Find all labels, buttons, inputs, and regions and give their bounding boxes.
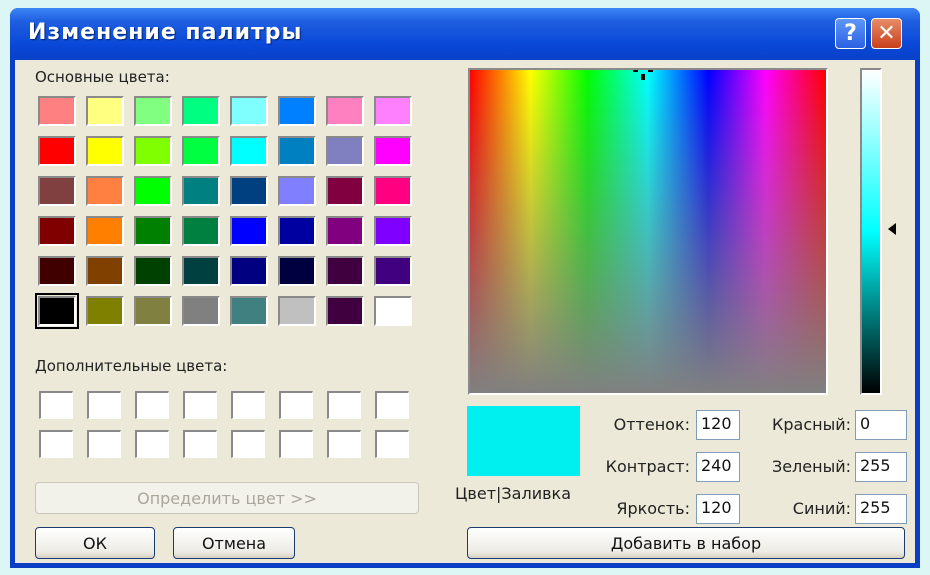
preview-label: Цвет|Заливка bbox=[455, 484, 571, 503]
hue-label: Оттенок: bbox=[613, 415, 690, 434]
basic-color-swatch[interactable] bbox=[326, 296, 364, 326]
custom-color-swatch[interactable] bbox=[183, 430, 217, 458]
basic-color-swatch[interactable] bbox=[38, 96, 76, 126]
basic-color-swatch[interactable] bbox=[230, 296, 268, 326]
basic-color-swatch[interactable] bbox=[230, 256, 268, 286]
color-preview bbox=[467, 406, 580, 476]
red-field[interactable]: 0 bbox=[855, 410, 907, 440]
basic-color-swatch[interactable] bbox=[86, 136, 124, 166]
basic-color-swatch[interactable] bbox=[326, 256, 364, 286]
crosshair-icon bbox=[633, 70, 653, 80]
basic-color-swatch[interactable] bbox=[86, 216, 124, 246]
custom-color-swatch[interactable] bbox=[279, 391, 313, 419]
custom-color-swatch[interactable] bbox=[279, 430, 313, 458]
custom-color-swatch[interactable] bbox=[135, 430, 169, 458]
basic-color-swatch[interactable] bbox=[326, 176, 364, 206]
custom-color-swatch[interactable] bbox=[375, 430, 409, 458]
basic-color-swatch[interactable] bbox=[326, 96, 364, 126]
add-to-custom-button[interactable]: Добавить в набор bbox=[467, 527, 905, 559]
basic-color-swatch[interactable] bbox=[86, 256, 124, 286]
custom-color-swatch[interactable] bbox=[87, 391, 121, 419]
basic-color-swatch[interactable] bbox=[182, 136, 220, 166]
basic-color-swatch[interactable] bbox=[326, 216, 364, 246]
basic-color-swatch[interactable] bbox=[374, 176, 412, 206]
basic-color-swatch[interactable] bbox=[374, 136, 412, 166]
basic-color-swatch[interactable] bbox=[374, 216, 412, 246]
basic-color-swatch[interactable] bbox=[182, 176, 220, 206]
basic-color-swatch[interactable] bbox=[374, 256, 412, 286]
basic-color-swatch[interactable] bbox=[230, 136, 268, 166]
saturation-field[interactable]: 240 bbox=[696, 452, 740, 482]
basic-color-swatch[interactable] bbox=[278, 176, 316, 206]
cancel-button[interactable]: Отмена bbox=[173, 527, 295, 559]
basic-color-swatch[interactable] bbox=[278, 96, 316, 126]
basic-color-swatch[interactable] bbox=[134, 176, 172, 206]
custom-color-swatch[interactable] bbox=[39, 391, 73, 419]
basic-color-swatch[interactable] bbox=[230, 216, 268, 246]
custom-color-swatch[interactable] bbox=[231, 430, 265, 458]
basic-color-swatch[interactable] bbox=[182, 216, 220, 246]
basic-color-swatch[interactable] bbox=[182, 296, 220, 326]
basic-colors-label: Основные цвета: bbox=[35, 68, 170, 86]
basic-color-swatch[interactable] bbox=[134, 256, 172, 286]
basic-color-swatch[interactable] bbox=[86, 96, 124, 126]
luminance-arrow-icon[interactable] bbox=[888, 223, 896, 235]
color-dialog-window: Изменение палитры ? ✕ Основные цвета: До… bbox=[10, 8, 920, 568]
custom-color-swatch[interactable] bbox=[183, 391, 217, 419]
blue-label: Синий: bbox=[792, 499, 851, 518]
basic-color-swatch[interactable] bbox=[38, 176, 76, 206]
close-icon[interactable]: ✕ bbox=[871, 18, 902, 49]
basic-color-swatch[interactable] bbox=[86, 296, 124, 326]
basic-color-swatch[interactable] bbox=[278, 296, 316, 326]
custom-color-swatch[interactable] bbox=[231, 391, 265, 419]
custom-color-swatch[interactable] bbox=[87, 430, 121, 458]
color-spectrum[interactable] bbox=[468, 68, 828, 395]
basic-color-swatch[interactable] bbox=[278, 136, 316, 166]
basic-color-swatch[interactable] bbox=[326, 136, 364, 166]
luminance-label: Яркость: bbox=[616, 499, 690, 518]
basic-color-swatch[interactable] bbox=[374, 96, 412, 126]
custom-color-swatch[interactable] bbox=[327, 391, 361, 419]
blue-field[interactable]: 255 bbox=[855, 494, 907, 524]
basic-color-swatch[interactable] bbox=[278, 216, 316, 246]
basic-color-swatch[interactable] bbox=[35, 293, 79, 329]
green-label: Зеленый: bbox=[771, 457, 851, 476]
window-title: Изменение палитры bbox=[28, 20, 303, 45]
basic-color-swatch[interactable] bbox=[38, 136, 76, 166]
basic-color-swatch[interactable] bbox=[134, 296, 172, 326]
saturation-label: Контраст: bbox=[605, 457, 690, 476]
ok-button[interactable]: ОК bbox=[35, 527, 155, 559]
basic-color-swatch[interactable] bbox=[230, 96, 268, 126]
green-field[interactable]: 255 bbox=[855, 452, 907, 482]
luminance-slider[interactable] bbox=[860, 68, 882, 395]
define-color-button[interactable]: Определить цвет >> bbox=[35, 482, 419, 514]
red-label: Красный: bbox=[772, 415, 851, 434]
custom-color-swatch[interactable] bbox=[375, 391, 409, 419]
basic-color-swatch[interactable] bbox=[182, 256, 220, 286]
basic-color-swatch[interactable] bbox=[374, 296, 412, 326]
luminance-field[interactable]: 120 bbox=[696, 494, 740, 524]
custom-colors-label: Дополнительные цвета: bbox=[35, 357, 228, 375]
custom-color-swatch[interactable] bbox=[135, 391, 169, 419]
basic-color-swatch[interactable] bbox=[134, 96, 172, 126]
custom-color-swatch[interactable] bbox=[39, 430, 73, 458]
basic-color-swatch[interactable] bbox=[38, 256, 76, 286]
basic-color-swatch[interactable] bbox=[230, 176, 268, 206]
dialog-body: Основные цвета: Дополнительные цвета: Оп… bbox=[15, 60, 915, 563]
custom-color-swatch[interactable] bbox=[327, 430, 361, 458]
basic-color-swatch[interactable] bbox=[38, 216, 76, 246]
basic-color-swatch[interactable] bbox=[278, 256, 316, 286]
title-bar[interactable]: Изменение палитры ? ✕ bbox=[10, 8, 920, 60]
basic-color-swatch[interactable] bbox=[134, 136, 172, 166]
hue-field[interactable]: 120 bbox=[696, 410, 740, 440]
basic-color-swatch[interactable] bbox=[86, 176, 124, 206]
basic-color-swatch[interactable] bbox=[134, 216, 172, 246]
basic-color-swatch[interactable] bbox=[182, 96, 220, 126]
help-icon[interactable]: ? bbox=[835, 18, 866, 49]
